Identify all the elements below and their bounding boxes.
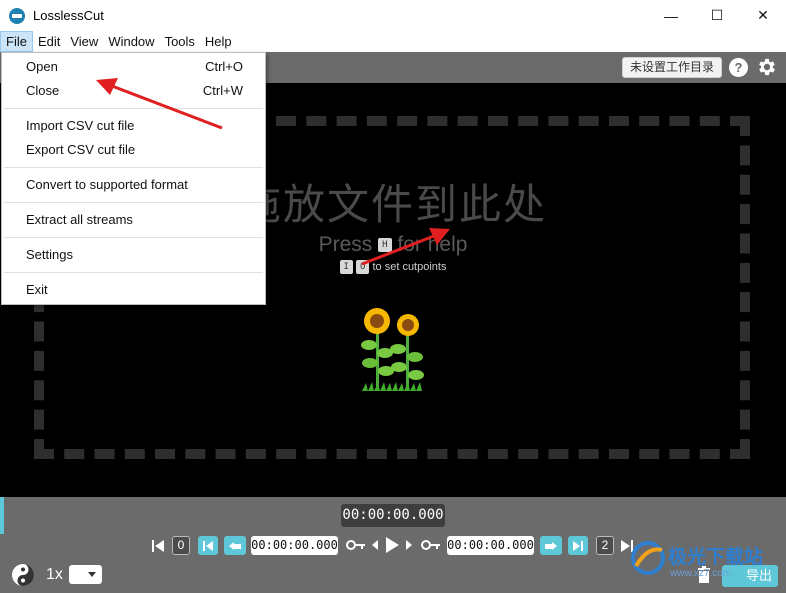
help-icon[interactable]: ?: [729, 58, 748, 77]
watermark-url: www.xz7.com: [670, 568, 732, 579]
menu-extract-streams[interactable]: Extract all streams: [2, 209, 265, 231]
watermark-logo-icon: [631, 541, 665, 575]
key-icon[interactable]: [346, 539, 366, 551]
cut-out-key: O: [356, 260, 370, 274]
cutpoint-hint-text: to set cutpoints: [372, 260, 447, 273]
playback-speed-select[interactable]: [69, 565, 102, 584]
jump-to-start-icon[interactable]: [151, 538, 165, 554]
menu-view[interactable]: View: [65, 31, 103, 52]
menu-open-label: Open: [26, 59, 58, 74]
set-working-directory-button[interactable]: 未设置工作目录: [621, 57, 722, 78]
jump-cut-start-button[interactable]: [198, 536, 218, 555]
yin-yang-icon[interactable]: [11, 563, 35, 587]
help-hint-suffix: for help: [397, 233, 468, 256]
playhead-cursor[interactable]: [0, 497, 4, 534]
close-button[interactable]: ✕: [740, 0, 786, 31]
cut-start-time-input[interactable]: 00:00:00.000: [251, 536, 338, 555]
set-cut-end-button[interactable]: [540, 536, 562, 555]
menu-file[interactable]: File: [0, 31, 33, 52]
step-forward-icon[interactable]: [405, 539, 413, 551]
watermark: 极光下载站 www.xz7.com: [628, 538, 778, 588]
key-icon-right[interactable]: [421, 539, 441, 551]
menu-open[interactable]: Open Ctrl+O: [2, 56, 265, 78]
segment-end-index[interactable]: 2: [596, 536, 614, 555]
menu-separator: [4, 202, 263, 203]
menu-edit[interactable]: Edit: [33, 31, 65, 52]
current-timecode[interactable]: 00:00:00.000: [341, 504, 445, 527]
gear-icon[interactable]: [756, 56, 778, 78]
step-back-icon[interactable]: [371, 539, 379, 551]
title-bar: LosslessCut — ☐ ✕: [0, 0, 786, 31]
play-icon[interactable]: [384, 536, 400, 554]
menu-help[interactable]: Help: [200, 31, 237, 52]
maximize-button[interactable]: ☐: [694, 0, 740, 31]
menu-close[interactable]: Close Ctrl+W: [2, 80, 265, 102]
playback-speed-label: 1x: [46, 566, 63, 583]
app-logo-icon: [9, 7, 25, 24]
menu-close-shortcut: Ctrl+W: [202, 83, 243, 98]
hand-pointer-right-icon: [545, 541, 557, 550]
set-cut-start-button[interactable]: [224, 536, 246, 555]
menu-separator: [4, 272, 263, 273]
menu-convert-format[interactable]: Convert to supported format: [2, 174, 265, 196]
menu-import-csv[interactable]: Import CSV cut file: [2, 115, 265, 137]
minimize-button[interactable]: —: [648, 0, 694, 31]
menu-open-shortcut: Ctrl+O: [205, 59, 243, 74]
jump-cut-start-icon: [203, 540, 213, 551]
menu-window[interactable]: Window: [103, 31, 159, 52]
hand-pointer-left-icon: [229, 541, 241, 550]
menu-separator: [4, 167, 263, 168]
sunflower-icon: [361, 308, 424, 391]
help-hint-prefix: Press: [318, 233, 373, 256]
jump-cut-end-button[interactable]: [568, 536, 588, 555]
menu-separator: [4, 108, 263, 109]
segment-start-index[interactable]: 0: [172, 536, 190, 555]
help-key: H: [378, 238, 392, 253]
menu-tools[interactable]: Tools: [160, 31, 200, 52]
menu-settings[interactable]: Settings: [2, 244, 265, 266]
window-controls: — ☐ ✕: [648, 0, 786, 31]
cut-in-key: I: [339, 260, 353, 274]
menu-export-csv[interactable]: Export CSV cut file: [2, 139, 265, 161]
menu-bar: File Edit View Window Tools Help: [0, 31, 786, 52]
menu-close-label: Close: [26, 83, 60, 98]
menu-exit[interactable]: Exit: [2, 279, 265, 301]
timeline[interactable]: 00:00:00.000: [0, 497, 786, 534]
jump-cut-end-icon: [573, 540, 583, 551]
menu-separator: [4, 237, 263, 238]
cut-end-time-input[interactable]: 00:00:00.000: [447, 536, 534, 555]
file-menu-dropdown: Open Ctrl+O Close Ctrl+W Import CSV cut …: [1, 52, 266, 305]
window-title: LosslessCut: [33, 8, 104, 23]
watermark-text: 极光下载站: [668, 546, 764, 568]
